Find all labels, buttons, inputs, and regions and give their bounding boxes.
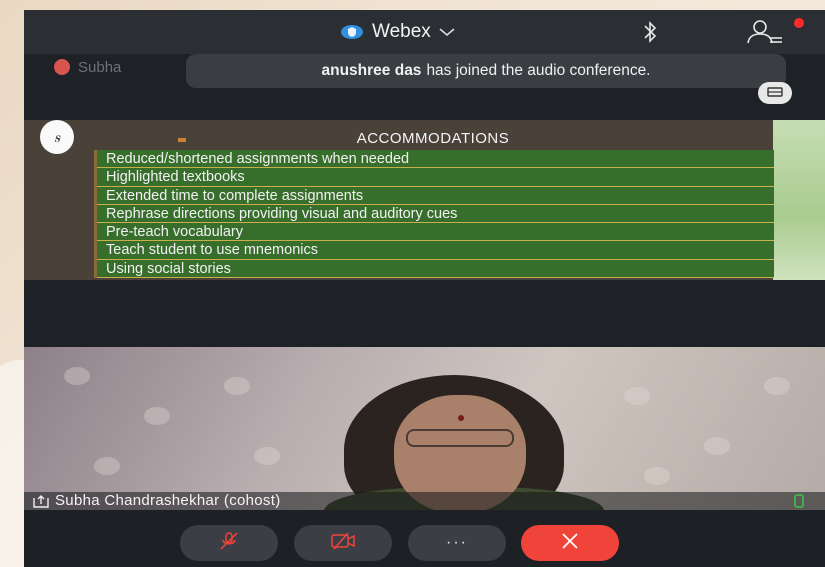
slide-list-item: Highlighted textbooks: [97, 168, 774, 187]
join-message: has joined the audio conference.: [426, 62, 651, 79]
camera-off-icon: [330, 531, 356, 556]
slide-list-item: Reduced/shortened assignments when neede…: [97, 150, 774, 169]
slide-image-edge: [773, 120, 825, 280]
bluetooth-icon[interactable]: [642, 20, 658, 49]
slide-list: Reduced/shortened assignments when neede…: [94, 150, 774, 279]
app-title-menu[interactable]: Webex: [340, 21, 455, 43]
participant-glasses: [406, 429, 514, 447]
speaker-avatar-icon: [54, 59, 70, 75]
annotation-pen-icon[interactable]: ꭶ: [40, 120, 74, 154]
app-title: Webex: [372, 21, 431, 42]
layout-toggle-button[interactable]: [758, 82, 792, 104]
slide-list-item: Rephrase directions providing visual and…: [97, 205, 774, 224]
microphone-muted-icon: [218, 530, 240, 557]
participant-bindi: [458, 415, 464, 421]
participant-video-tile[interactable]: [24, 347, 825, 510]
video-toggle-button[interactable]: [294, 525, 392, 561]
participants-icon[interactable]: [746, 18, 786, 51]
shared-content-slide: ꭶ ACCOMMODATIONS Reduced/shortened assig…: [24, 120, 825, 280]
notification-dot: [794, 18, 804, 28]
layout-icon: [767, 84, 783, 102]
close-icon: [560, 531, 580, 556]
webex-meeting-window: Webex Subha anushree das has joined the …: [24, 10, 825, 567]
join-notification-toast: anushree das has joined the audio confer…: [186, 54, 786, 88]
active-speaker-indicator: Subha: [54, 56, 121, 78]
slide-list-item: Teach student to use mnemonics: [97, 241, 774, 260]
shield-icon: [340, 24, 364, 40]
speaker-name: Subha: [78, 58, 122, 76]
slide-list-item: Extended time to complete assignments: [97, 187, 774, 205]
slide-title: ACCOMMODATIONS: [356, 130, 510, 147]
more-icon: ···: [446, 534, 468, 551]
mute-button[interactable]: [180, 525, 278, 561]
slide-list-item: Pre-teach vocabulary: [97, 223, 774, 242]
joined-user-name: anushree das: [321, 62, 422, 79]
slide-list-item: Using social stories: [97, 260, 774, 279]
end-call-button[interactable]: [521, 525, 619, 561]
more-options-button[interactable]: ···: [408, 525, 506, 561]
chevron-down-icon: [439, 27, 455, 37]
top-bar: Webex: [24, 10, 825, 54]
participant-name-label: Subha Chandrashekhar (cohost): [55, 492, 281, 509]
